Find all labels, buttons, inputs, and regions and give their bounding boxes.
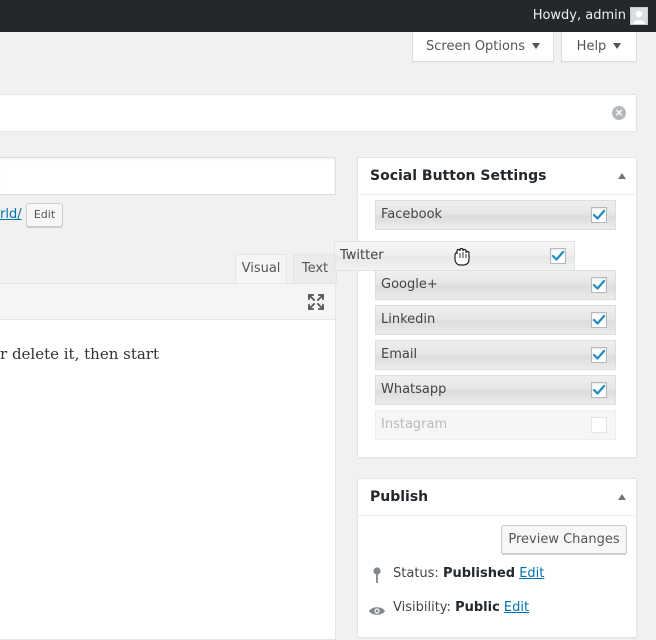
help-button[interactable]: Help [561, 32, 637, 62]
social-item-checkbox[interactable] [591, 382, 607, 398]
admin-bar: Howdy, admin [0, 0, 656, 32]
help-label: Help [576, 39, 607, 54]
social-item-checkbox [591, 417, 607, 433]
toggle-arrow-icon[interactable] [618, 494, 626, 500]
checkmark-icon [592, 279, 606, 290]
social-item-label: Google+ [381, 277, 438, 292]
status-label: Status: [393, 566, 439, 581]
social-item-linkedin[interactable]: Linkedin [375, 305, 616, 335]
social-item-checkbox[interactable] [591, 277, 607, 293]
howdy-greeting[interactable]: Howdy, admin [533, 0, 626, 32]
caret-down-icon [613, 43, 622, 49]
caret-down-icon [532, 43, 540, 49]
close-icon[interactable]: × [612, 106, 626, 120]
social-item-label: Twitter [340, 248, 384, 263]
permalink-edit-button[interactable]: Edit [26, 203, 63, 227]
toggle-arrow-icon[interactable] [618, 173, 626, 179]
social-item-facebook[interactable]: Facebook [375, 200, 616, 230]
fullscreen-icon[interactable] [307, 293, 325, 311]
publish-status-row: Status: Published Edit [393, 566, 544, 581]
social-item-checkbox[interactable] [591, 207, 607, 223]
post-title-input[interactable] [0, 157, 336, 195]
social-item-label: Whatsapp [381, 382, 447, 397]
preview-changes-button[interactable]: Preview Changes [501, 525, 627, 554]
tab-text[interactable]: Text [293, 254, 337, 283]
visibility-label: Visibility: [393, 600, 451, 615]
social-item-whatsapp[interactable]: Whatsapp [375, 375, 616, 405]
status-value: Published [442, 566, 516, 581]
visibility-edit-link[interactable]: Edit [504, 600, 529, 615]
publish-title: Publish [370, 489, 429, 505]
checkmark-icon [592, 209, 606, 220]
permalink-link[interactable]: rld/ [0, 207, 22, 222]
publish-visibility-row: Visibility: Public Edit [393, 600, 529, 615]
social-item-label: Email [381, 347, 418, 362]
screen-options-label: Screen Options [426, 39, 525, 54]
user-icon [633, 10, 645, 24]
checkmark-icon [592, 349, 606, 360]
editor-content-text: r delete it, then start [0, 345, 159, 363]
divider [358, 515, 636, 516]
avatar[interactable] [630, 7, 648, 25]
visibility-value: Public [455, 600, 500, 615]
pin-icon [371, 566, 383, 584]
grab-cursor-icon [451, 245, 475, 267]
divider [358, 194, 636, 195]
social-item-email[interactable]: Email [375, 340, 616, 370]
eye-icon [368, 602, 386, 615]
social-item-label: Instagram [381, 417, 448, 432]
editor-toolbar [0, 283, 336, 320]
checkmark-icon [592, 314, 606, 325]
screen-options-button[interactable]: Screen Options [412, 32, 554, 62]
notice-bar: × [0, 94, 637, 132]
social-item-checkbox[interactable] [591, 347, 607, 363]
social-item-label: Linkedin [381, 312, 436, 327]
social-item-checkbox[interactable] [591, 312, 607, 328]
social-item-label: Facebook [381, 207, 443, 222]
social-item-checkbox[interactable] [550, 248, 566, 264]
checkmark-icon [551, 250, 565, 261]
social-item-google[interactable]: Google+ [375, 270, 616, 300]
tab-visual[interactable]: Visual [235, 254, 287, 283]
social-settings-title: Social Button Settings [370, 168, 547, 184]
social-item-instagram[interactable]: Instagram [375, 410, 616, 440]
status-edit-link[interactable]: Edit [519, 566, 544, 581]
editor-content-area[interactable] [0, 320, 336, 640]
checkmark-icon [592, 384, 606, 395]
